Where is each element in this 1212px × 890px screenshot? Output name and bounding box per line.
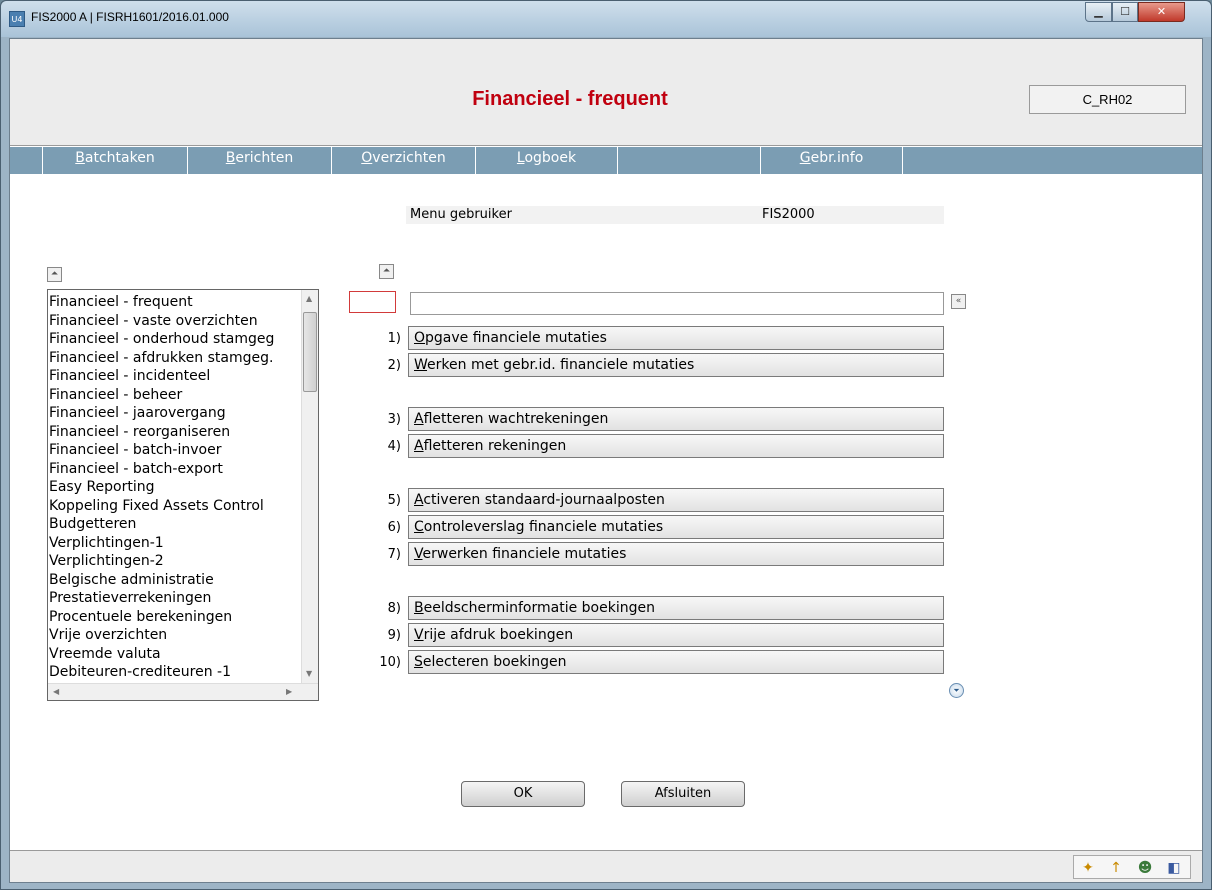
horizontal-scrollbar[interactable]: ◀ ▶ bbox=[48, 683, 318, 700]
options-scroll-top-button[interactable]: ⏶ bbox=[379, 264, 394, 279]
menu-berichten[interactable]: Berichten bbox=[187, 147, 331, 174]
menu-overzichten[interactable]: Overzichten bbox=[331, 147, 475, 174]
scroll-left-arrow-icon[interactable]: ◀ bbox=[53, 687, 59, 696]
option-button-2[interactable]: Werken met gebr.id. financiele mutaties bbox=[408, 353, 944, 377]
wizard-icon[interactable]: ✦ bbox=[1080, 860, 1096, 876]
page-title: Financieel - frequent bbox=[472, 88, 668, 110]
menu-bar: Batchtaken Berichten Overzichten Logboek… bbox=[10, 147, 1202, 174]
tray-icons: ✦ ↑ ☻ ◧ bbox=[1073, 855, 1191, 879]
menu-listbox[interactable]: Financieel - frequent Financieel - vaste… bbox=[47, 289, 319, 701]
list-item[interactable]: Budgetteren bbox=[49, 515, 299, 534]
list-item[interactable]: Vrije overzichten bbox=[49, 626, 299, 645]
collapse-button[interactable]: « bbox=[951, 294, 966, 309]
double-left-icon: « bbox=[955, 296, 962, 306]
list-item[interactable]: Prestatieverrekeningen bbox=[49, 589, 299, 608]
option-number: 2) bbox=[387, 358, 401, 373]
scroll-up-arrow-icon[interactable]: ▲ bbox=[306, 294, 312, 303]
menu-gebr-info[interactable]: Gebr.info bbox=[760, 147, 903, 174]
scroll-down-arrow-icon[interactable]: ▼ bbox=[306, 669, 312, 678]
menu-logboek[interactable]: Logboek bbox=[475, 147, 617, 174]
chevron-down-icon: ⏷ bbox=[953, 686, 960, 695]
option-button-4[interactable]: Afletteren rekeningen bbox=[408, 434, 944, 458]
maximize-button[interactable]: ☐ bbox=[1112, 2, 1138, 22]
list-item[interactable]: Financieel - afdrukken stamgeg. bbox=[49, 349, 299, 368]
status-bar: ✦ ↑ ☻ ◧ bbox=[10, 850, 1202, 882]
vertical-scrollbar[interactable]: ▲ ▼ bbox=[301, 290, 318, 683]
app-icon: U4 bbox=[9, 11, 25, 27]
list-item[interactable]: Belgische administratie bbox=[49, 571, 299, 590]
option-number: 8) bbox=[387, 601, 401, 616]
tools-icon[interactable]: ↑ bbox=[1108, 860, 1124, 876]
user-icon[interactable]: ☻ bbox=[1137, 860, 1153, 876]
list-item[interactable]: Financieel - batch-invoer bbox=[49, 441, 299, 460]
menu-batchtaken[interactable]: Batchtaken bbox=[42, 147, 187, 174]
option-button-8[interactable]: Beeldscherminformatie boekingen bbox=[408, 596, 944, 620]
option-number-input[interactable] bbox=[349, 291, 396, 313]
application-window: U4 FIS2000 A | FISRH1601/2016.01.000 ▁ ☐… bbox=[0, 0, 1212, 890]
option-number: 9) bbox=[387, 628, 401, 643]
screen-code: C_RH02 bbox=[1029, 85, 1186, 114]
option-button-5[interactable]: Activeren standaard-journaalposten bbox=[408, 488, 944, 512]
list-item[interactable]: Financieel - incidenteel bbox=[49, 367, 299, 386]
database-icon[interactable]: ◧ bbox=[1166, 860, 1182, 876]
menu-list: Financieel - frequent Financieel - vaste… bbox=[49, 293, 299, 682]
list-item[interactable]: Financieel - vaste overzichten bbox=[49, 312, 299, 331]
list-item[interactable]: Easy Reporting bbox=[49, 478, 299, 497]
menu-info-value: FIS2000 bbox=[762, 207, 815, 222]
list-item[interactable]: Verplichtingen-1 bbox=[49, 534, 299, 553]
header: Financieel - frequent C_RH02 bbox=[10, 39, 1202, 146]
title-bar[interactable]: U4 FIS2000 A | FISRH1601/2016.01.000 ▁ ☐… bbox=[1, 1, 1211, 37]
exit-button[interactable]: Afsluiten bbox=[621, 781, 745, 807]
scroll-thumb[interactable] bbox=[303, 312, 317, 392]
menu-empty[interactable] bbox=[617, 147, 760, 174]
list-item[interactable]: Financieel - frequent bbox=[49, 293, 299, 312]
option-button-1[interactable]: Opgave financiele mutaties bbox=[408, 326, 944, 350]
option-number: 1) bbox=[387, 331, 401, 346]
list-item[interactable]: Financieel - onderhoud stamgeg bbox=[49, 330, 299, 349]
option-number: 6) bbox=[387, 520, 401, 535]
double-up-icon: ⏶ bbox=[50, 269, 59, 279]
list-item[interactable]: Financieel - beheer bbox=[49, 386, 299, 405]
option-button-7[interactable]: Verwerken financiele mutaties bbox=[408, 542, 944, 566]
options-scroll-down-button[interactable]: ⏷ bbox=[949, 683, 964, 698]
list-scroll-top-button[interactable]: ⏶ bbox=[47, 267, 62, 282]
menu-info-label: Menu gebruiker bbox=[410, 207, 512, 222]
option-button-6[interactable]: Controleverslag financiele mutaties bbox=[408, 515, 944, 539]
list-item[interactable]: Financieel - jaarovergang bbox=[49, 404, 299, 423]
option-button-9[interactable]: Vrije afdruk boekingen bbox=[408, 623, 944, 647]
list-item[interactable]: Verplichtingen-2 bbox=[49, 552, 299, 571]
list-item[interactable]: Procentuele berekeningen bbox=[49, 608, 299, 627]
menu-info: Menu gebruiker FIS2000 bbox=[406, 206, 944, 224]
option-number: 7) bbox=[387, 547, 401, 562]
list-item[interactable]: Financieel - reorganiseren bbox=[49, 423, 299, 442]
minimize-button[interactable]: ▁ bbox=[1085, 2, 1112, 22]
option-number: 10) bbox=[379, 655, 401, 670]
option-number: 3) bbox=[387, 412, 401, 427]
ok-button[interactable]: OK bbox=[461, 781, 585, 807]
list-item[interactable]: Debiteuren-crediteuren -1 bbox=[49, 663, 299, 682]
option-search-input[interactable] bbox=[410, 292, 944, 315]
option-button-10[interactable]: Selecteren boekingen bbox=[408, 650, 944, 674]
close-button[interactable]: ✕ bbox=[1138, 2, 1185, 22]
scroll-right-arrow-icon[interactable]: ▶ bbox=[286, 687, 292, 696]
option-number: 4) bbox=[387, 439, 401, 454]
option-number: 5) bbox=[387, 493, 401, 508]
window-title: FIS2000 A | FISRH1601/2016.01.000 bbox=[31, 10, 229, 24]
option-button-3[interactable]: Afletteren wachtrekeningen bbox=[408, 407, 944, 431]
double-up-icon: ⏶ bbox=[382, 266, 391, 276]
list-item[interactable]: Financieel - batch-export bbox=[49, 460, 299, 479]
client-area: Financieel - frequent C_RH02 Batchtaken … bbox=[9, 38, 1203, 883]
list-item[interactable]: Koppeling Fixed Assets Control bbox=[49, 497, 299, 516]
list-item[interactable]: Vreemde valuta bbox=[49, 645, 299, 664]
